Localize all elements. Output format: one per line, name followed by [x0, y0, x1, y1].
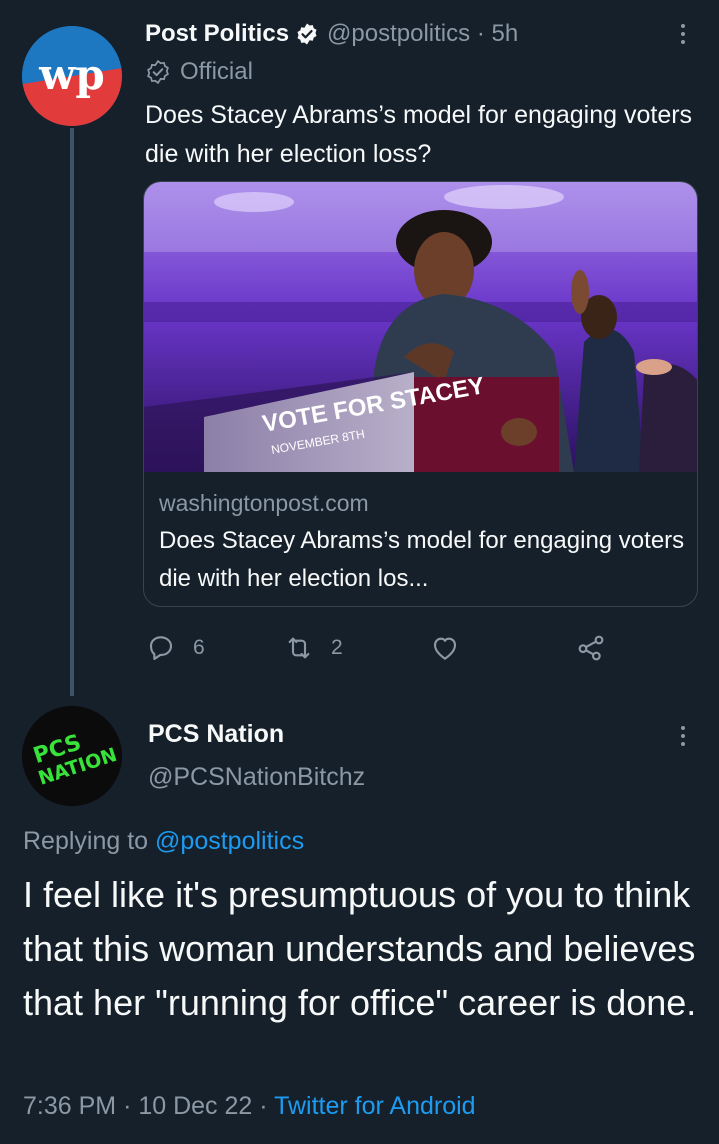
thread-connector-line — [70, 128, 74, 696]
article-photo: VOTE FOR STACEY NOVEMBER 8TH — [144, 182, 697, 472]
retweet-count: 2 — [331, 636, 343, 659]
replying-to-line: Replying to @postpolitics — [23, 827, 304, 856]
pcs-nation-logo-icon: PCS NATION — [22, 706, 122, 806]
retweet-button[interactable]: 2 — [283, 628, 343, 668]
like-button[interactable] — [429, 628, 477, 668]
svg-text:wp: wp — [38, 50, 105, 99]
official-check-icon — [145, 59, 171, 85]
pcs-nation-avatar[interactable]: PCS NATION — [22, 706, 122, 806]
tweet2-handle[interactable]: @PCSNationBitchz — [148, 763, 365, 792]
verified-badge-icon — [295, 22, 319, 46]
tweet2-more-options-icon[interactable] — [668, 718, 698, 754]
heart-icon — [433, 637, 457, 660]
washington-post-logo-icon: wp — [22, 26, 122, 126]
retweet-icon — [288, 637, 310, 659]
tweet2-time[interactable]: 7:36 PM — [23, 1092, 116, 1120]
tweet1-separator: · — [476, 20, 485, 47]
tweet1-handle[interactable]: @postpolitics — [327, 20, 470, 47]
tweet1-header: Post Politics @postpolitics · 5h — [145, 17, 518, 51]
reply-count: 6 — [193, 636, 205, 659]
post-politics-avatar[interactable]: wp — [22, 26, 122, 126]
share-button[interactable] — [575, 628, 623, 668]
tweet2-meta-separator-1: · — [123, 1092, 132, 1120]
tweet2-meta: 7:36 PM · 10 Dec 22 · Twitter for Androi… — [23, 1092, 476, 1121]
tweet2-display-name[interactable]: PCS Nation — [148, 720, 284, 749]
replying-prefix: Replying to — [23, 827, 149, 855]
reply-icon — [149, 636, 173, 660]
tweet2-meta-separator-2: · — [259, 1092, 268, 1120]
tweet2-source-link[interactable]: Twitter for Android — [274, 1092, 475, 1120]
tweet1-text: Does Stacey Abrams’s model for engaging … — [145, 101, 693, 168]
tweet1-action-bar: 6 2 — [145, 628, 615, 668]
reply-button[interactable]: 6 — [145, 628, 205, 668]
link-card[interactable]: VOTE FOR STACEY NOVEMBER 8TH washingtonp… — [143, 181, 698, 607]
tweet1-more-options-icon[interactable] — [668, 16, 698, 52]
tweet1-display-name[interactable]: Post Politics — [145, 20, 289, 48]
share-icon — [578, 635, 604, 661]
tweet1-time[interactable]: 5h — [491, 20, 518, 47]
tweet2-text: I feel like it's presumptuous of you to … — [23, 874, 697, 1023]
official-label: Official — [180, 58, 253, 85]
official-label-row: Official — [145, 55, 253, 89]
card-title: Does Stacey Abrams’s model for engaging … — [159, 527, 685, 592]
replying-mention-link[interactable]: @postpolitics — [155, 827, 304, 855]
tweet2-date[interactable]: 10 Dec 22 — [138, 1092, 252, 1120]
card-domain: washingtonpost.com — [159, 490, 369, 516]
